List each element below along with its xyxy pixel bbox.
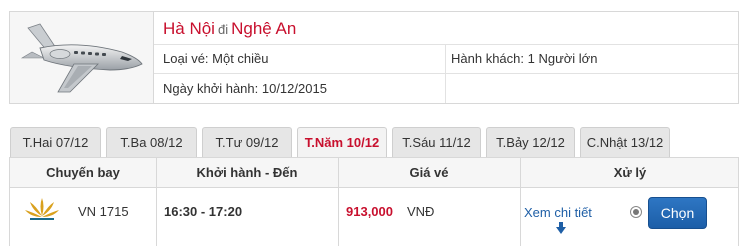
column-divider <box>156 158 157 246</box>
tab-day-1[interactable]: T.Hai 07/12 <box>10 127 101 157</box>
tab-day-4-active[interactable]: T.Năm 10/12 <box>297 127 387 157</box>
view-details-link[interactable]: Xem chi tiết <box>524 205 592 220</box>
origin-city: Hà Nội <box>163 19 215 38</box>
route-connector: đi <box>217 22 229 37</box>
tab-day-7[interactable]: C.Nhật 13/12 <box>580 127 670 157</box>
passenger-count: Hành khách: 1 Người lớn <box>451 51 598 66</box>
col-header-flight: Chuyến bay <box>46 165 120 180</box>
currency-label: VNĐ <box>407 204 435 219</box>
col-header-action: Xử lý <box>613 165 647 180</box>
search-summary: Hà Nội đi Nghệ An Loại vé: Một chiều Hành … <box>9 11 739 104</box>
tab-day-6[interactable]: T.Bảy 12/12 <box>486 127 575 157</box>
table-header: Chuyến bay Khởi hành - Đến Giá vé Xử lý <box>10 158 738 188</box>
flight-number: VN 1715 <box>78 204 129 219</box>
flight-times: 16:30 - 17:20 <box>164 204 243 219</box>
tab-day-5[interactable]: T.Sáu 11/12 <box>392 127 481 157</box>
col-header-time: Khởi hành - Đến <box>196 165 298 180</box>
departure-date: Ngày khởi hành: 10/12/2015 <box>154 74 446 103</box>
tab-day-2[interactable]: T.Ba 08/12 <box>106 127 197 157</box>
plane-image <box>10 12 154 103</box>
column-divider <box>520 158 521 246</box>
ticket-type: Loại vé: Một chiều <box>154 45 446 73</box>
airplane-icon <box>20 23 143 93</box>
select-button[interactable]: Chọn <box>648 197 707 229</box>
arrow-down-icon <box>556 222 566 234</box>
trip-info: Hà Nội đi Nghệ An Loại vé: Một chiều Hành … <box>154 12 738 103</box>
route-title: Hà Nội đi Nghệ An <box>154 12 738 45</box>
departure-row: Ngày khởi hành: 10/12/2015 <box>154 74 738 103</box>
select-flight-radio[interactable] <box>630 206 642 218</box>
flight-results-table: Chuyến bay Khởi hành - Đến Giá vé Xử lý … <box>9 157 739 246</box>
col-header-price: Giá vé <box>409 165 449 180</box>
lotus-logo-icon <box>25 198 59 220</box>
ticket-price: 913,000 <box>346 204 393 219</box>
destination-city: Nghệ An <box>231 19 297 38</box>
trip-details-row: Loại vé: Một chiều Hành khách: 1 Người l… <box>154 45 738 74</box>
tab-day-3[interactable]: T.Tư 09/12 <box>202 127 292 157</box>
column-divider <box>338 158 339 246</box>
